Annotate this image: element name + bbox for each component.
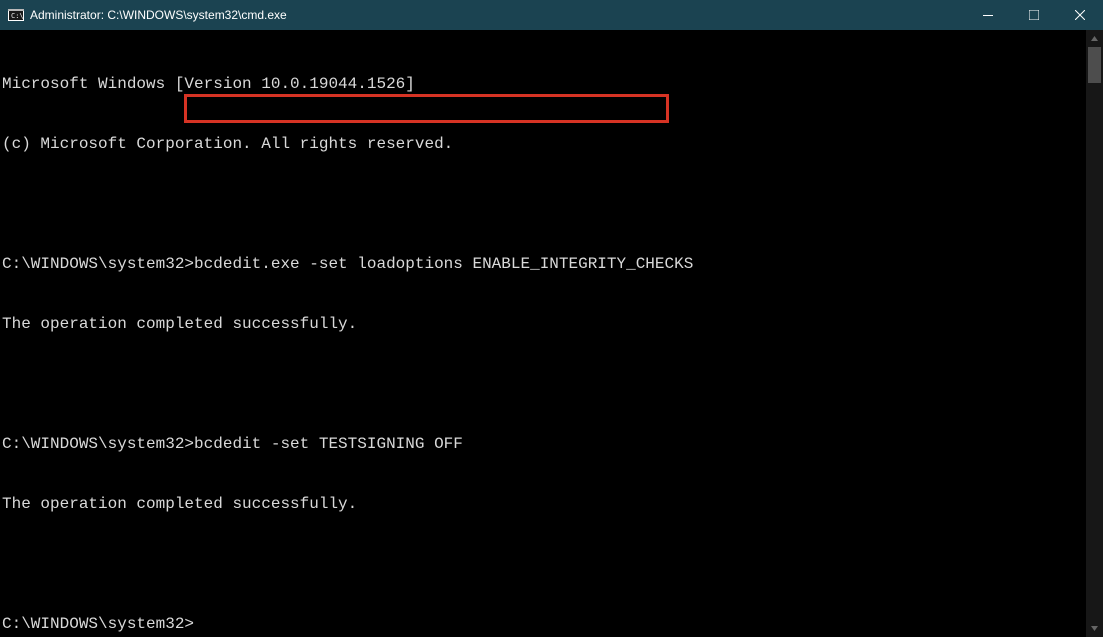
cmd-window: C:\ Administrator: C:\WINDOWS\system32\c… — [0, 0, 1103, 637]
vertical-scrollbar[interactable] — [1086, 30, 1103, 637]
maximize-button[interactable] — [1011, 0, 1057, 30]
terminal-line — [2, 374, 1085, 394]
svg-text:C:\: C:\ — [11, 12, 24, 20]
minimize-button[interactable] — [965, 0, 1011, 30]
terminal-line: Microsoft Windows [Version 10.0.19044.15… — [2, 74, 1085, 94]
terminal-line: The operation completed successfully. — [2, 314, 1085, 334]
window-controls — [965, 0, 1103, 30]
terminal-line — [2, 554, 1085, 574]
terminal-line: (c) Microsoft Corporation. All rights re… — [2, 134, 1085, 154]
scrollbar-thumb[interactable] — [1088, 47, 1101, 83]
terminal-line: The operation completed successfully. — [2, 494, 1085, 514]
scroll-up-button[interactable] — [1086, 30, 1103, 47]
terminal-line — [2, 194, 1085, 214]
scroll-down-button[interactable] — [1086, 620, 1103, 637]
terminal-line: C:\WINDOWS\system32>bcdedit.exe -set loa… — [2, 254, 1085, 274]
cmd-icon: C:\ — [8, 7, 24, 23]
terminal-line: C:\WINDOWS\system32>bcdedit -set TESTSIG… — [2, 434, 1085, 454]
close-button[interactable] — [1057, 0, 1103, 30]
terminal-line: C:\WINDOWS\system32> — [2, 614, 1085, 634]
scrollbar-track[interactable] — [1086, 47, 1103, 620]
terminal-output[interactable]: Microsoft Windows [Version 10.0.19044.15… — [2, 34, 1085, 637]
window-title: Administrator: C:\WINDOWS\system32\cmd.e… — [30, 8, 287, 22]
titlebar[interactable]: C:\ Administrator: C:\WINDOWS\system32\c… — [0, 0, 1103, 30]
terminal-area[interactable]: Microsoft Windows [Version 10.0.19044.15… — [0, 30, 1103, 637]
